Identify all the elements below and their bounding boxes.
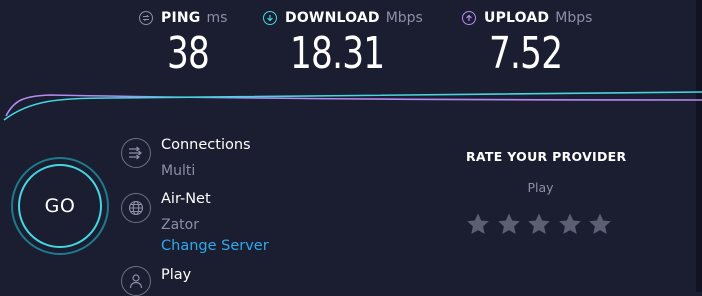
upload-metric: UPLOAD Mbps 7.52: [462, 8, 593, 78]
server-name: Air-Net: [161, 191, 211, 207]
provider-name: Play: [161, 267, 192, 283]
download-unit: Mbps: [385, 10, 423, 26]
download-value: 18.31: [290, 28, 385, 79]
change-server-link[interactable]: Change Server: [161, 238, 269, 254]
window-edge: [696, 0, 702, 292]
connections-value: Multi: [161, 163, 196, 179]
upload-arrow-icon: [462, 11, 476, 25]
rate-provider-title: RATE YOUR PROVIDER: [466, 149, 627, 164]
upload-value: 7.52: [489, 28, 563, 79]
ping-unit: ms: [206, 10, 228, 26]
star-5-icon[interactable]: [588, 212, 612, 236]
upload-label: UPLOAD: [484, 10, 550, 26]
ping-metric: PING ms 38: [139, 8, 228, 78]
connections-title: Connections: [161, 137, 251, 153]
rate-provider-name: Play: [527, 180, 554, 195]
globe-icon: [121, 193, 151, 223]
download-arrow-icon: [263, 11, 277, 25]
download-metric: DOWNLOAD Mbps 18.31: [263, 8, 423, 78]
go-button[interactable]: GO: [18, 164, 102, 248]
go-button-ring: GO: [11, 157, 109, 255]
ping-value: 38: [167, 28, 210, 79]
ping-label: PING: [161, 10, 201, 26]
speed-graph: [3, 91, 702, 121]
download-label: DOWNLOAD: [285, 10, 380, 26]
star-2-icon[interactable]: [497, 212, 521, 236]
star-1-icon[interactable]: [466, 212, 490, 236]
ping-icon: [139, 11, 153, 25]
go-label: GO: [44, 195, 76, 217]
star-3-icon[interactable]: [527, 212, 551, 236]
rating-stars: [466, 212, 619, 236]
upload-unit: Mbps: [555, 10, 593, 26]
star-4-icon[interactable]: [558, 212, 582, 236]
connections-icon: [121, 138, 151, 168]
server-location: Zator: [161, 217, 199, 233]
